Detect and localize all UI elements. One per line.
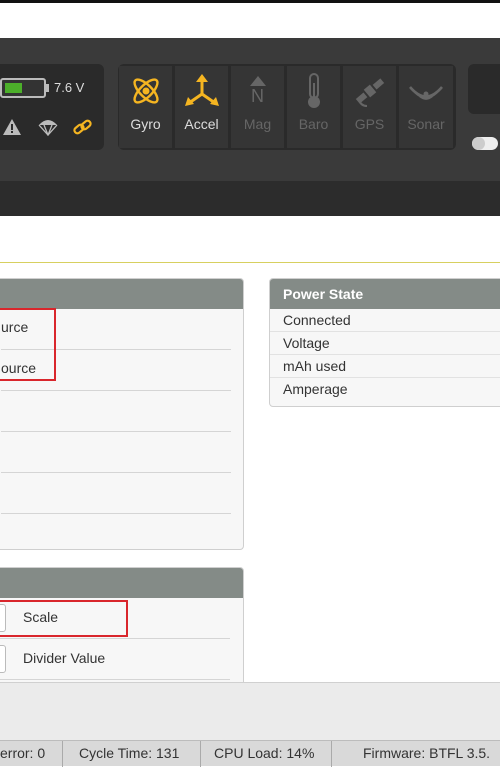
content-divider: [0, 262, 500, 263]
save-toolbar: [0, 682, 500, 740]
warning-icon: [2, 118, 22, 141]
status-cpu-load: CPU Load: 14%: [208, 741, 332, 767]
panel-title: Power State: [270, 279, 500, 309]
status-error: error: 0: [0, 741, 63, 767]
sensor-baro: Baro: [287, 66, 341, 148]
config-row: [1, 514, 231, 549]
toggle-knob: [472, 137, 485, 150]
gps-icon: [343, 66, 396, 116]
sensor-mag: N Mag: [231, 66, 285, 148]
highlight-box: [0, 600, 128, 637]
config-row: [1, 432, 231, 473]
divider-value-row: Divider Value: [0, 639, 230, 680]
top-strip: [0, 0, 500, 38]
battery-voltage: 7.6 V: [54, 80, 85, 95]
panel-header: [0, 279, 243, 309]
panel-header: [0, 568, 243, 598]
sensor-gyro: Gyro: [119, 66, 173, 148]
gyro-icon: [119, 66, 172, 116]
sensor-gps: GPS: [343, 66, 397, 148]
sensor-label: Mag: [243, 116, 272, 132]
sensor-accel: Accel: [175, 66, 229, 148]
sensor-label: Sonar: [407, 116, 445, 132]
sensor-label: Baro: [298, 116, 329, 132]
sensor-label: Gyro: [130, 116, 161, 132]
config-row: [1, 391, 231, 432]
mag-letter: N: [251, 86, 264, 106]
link-icon: [73, 118, 93, 141]
status-bar: error: 0 Cycle Time: 131 CPU Load: 14% F…: [0, 740, 500, 767]
header-right-button[interactable]: [468, 64, 500, 114]
power-row-voltage: Voltage: [270, 332, 500, 355]
sensor-sonar: Sonar: [399, 66, 453, 148]
sensor-label: GPS: [354, 116, 385, 132]
power-state-panel: Power State Connected Voltage mAh used A…: [269, 278, 500, 407]
sonar-icon: [399, 66, 453, 116]
battery-icon: [0, 78, 46, 98]
parachute-icon: [38, 118, 58, 141]
battery-tip: [45, 84, 49, 92]
accel-icon: [175, 66, 228, 116]
header-lower-bar: [0, 181, 500, 216]
highlight-box: [0, 308, 56, 381]
power-row-amperage: Amperage: [283, 381, 348, 397]
sensor-label: Accel: [184, 116, 219, 132]
status-firmware: Firmware: BTFL 3.5.: [363, 745, 491, 761]
status-cycle-time: Cycle Time: 131: [73, 741, 201, 767]
baro-icon: [287, 66, 340, 116]
row-label: Divider Value: [23, 650, 106, 666]
power-row-mah: mAh used: [270, 355, 500, 378]
mag-icon: N: [231, 66, 284, 116]
divider-value-input[interactable]: [0, 645, 6, 673]
power-row-connected: Connected: [270, 309, 500, 332]
battery-level-fill: [5, 83, 22, 93]
config-row: [1, 473, 231, 514]
